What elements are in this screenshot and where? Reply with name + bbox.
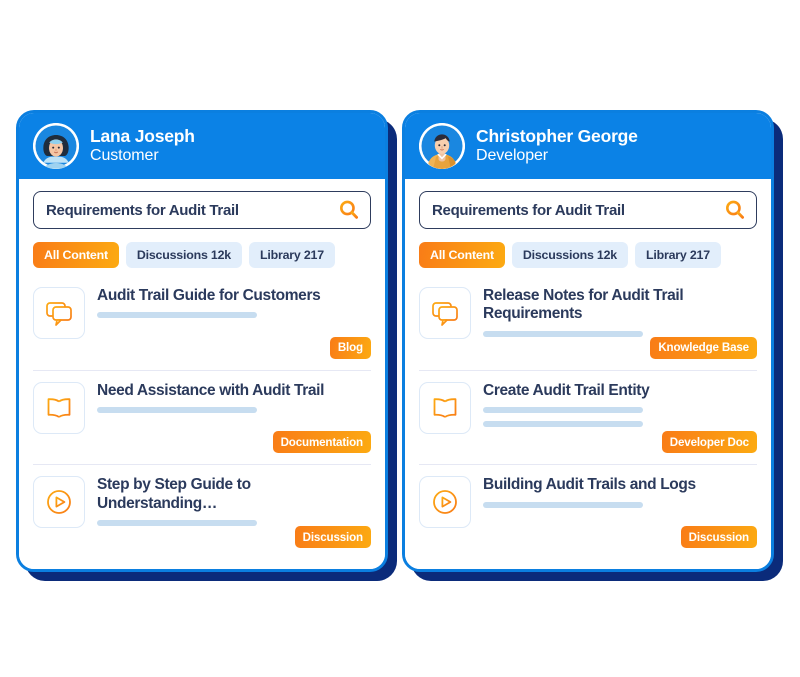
- result-content: Release Notes for Audit Trail Requiremen…: [483, 287, 757, 360]
- snippet-bar: [483, 330, 643, 337]
- result-title: Need Assistance with Audit Trail: [97, 381, 325, 399]
- filter-chips: All Content Discussions 12k Library 217: [33, 242, 371, 268]
- open-book-icon: [419, 381, 471, 434]
- cards-stage: Lana Joseph Customer Requirements for Au…: [0, 0, 800, 677]
- developer-card: Christopher George Developer Requirement…: [402, 110, 783, 581]
- results-list: Audit Trail Guide for Customers Blog Nee…: [33, 276, 371, 559]
- search-box[interactable]: Requirements for Audit Trail: [419, 191, 757, 229]
- snippet-bar: [483, 501, 643, 508]
- result-content: Step by Step Guide to Understanding… Dis…: [97, 476, 371, 549]
- result-snippet-bars: [483, 330, 757, 337]
- chip-library[interactable]: Library 217: [249, 242, 335, 268]
- result-tag[interactable]: Blog: [329, 336, 371, 359]
- search-input[interactable]: Requirements for Audit Trail: [432, 202, 724, 219]
- result-title: Release Notes for Audit Trail Requiremen…: [483, 287, 684, 323]
- snippet-bar: [483, 420, 643, 427]
- chat-bubbles-icon: [419, 287, 471, 339]
- list-item[interactable]: Create Audit Trail Entity Developer Doc: [419, 371, 757, 466]
- user-name: Lana Joseph: [90, 126, 195, 147]
- result-title: Create Audit Trail Entity: [483, 381, 650, 399]
- result-snippet-bars: [483, 406, 757, 427]
- chat-bubbles-icon: [33, 287, 85, 339]
- card-body: Requirements for Audit Trail All Content…: [405, 179, 771, 569]
- play-circle-icon: [33, 476, 85, 529]
- search-input[interactable]: Requirements for Audit Trail: [46, 202, 338, 219]
- list-item[interactable]: Building Audit Trails and Logs Discussio…: [419, 465, 757, 559]
- result-title: Building Audit Trails and Logs: [483, 476, 696, 494]
- search-box[interactable]: Requirements for Audit Trail: [33, 191, 371, 229]
- card-surface: Christopher George Developer Requirement…: [402, 110, 774, 572]
- user-name: Christopher George: [476, 126, 638, 147]
- avatar-woman-icon: [33, 123, 79, 169]
- chip-all-content[interactable]: All Content: [419, 242, 505, 268]
- result-snippet-bars: [97, 519, 371, 526]
- result-title: Step by Step Guide to Understanding…: [97, 476, 251, 512]
- user-identity: Lana Joseph Customer: [90, 127, 195, 164]
- search-icon[interactable]: [338, 199, 360, 221]
- card-surface: Lana Joseph Customer Requirements for Au…: [16, 110, 388, 572]
- chip-all-content[interactable]: All Content: [33, 242, 119, 268]
- customer-card: Lana Joseph Customer Requirements for Au…: [16, 110, 397, 581]
- result-tag[interactable]: Discussion: [294, 526, 371, 549]
- result-content: Create Audit Trail Entity Developer Doc: [483, 382, 757, 455]
- user-role: Customer: [90, 147, 159, 165]
- chip-library[interactable]: Library 217: [635, 242, 721, 268]
- snippet-bar: [97, 519, 257, 526]
- snippet-bar: [97, 312, 257, 319]
- list-item[interactable]: Release Notes for Audit Trail Requiremen…: [419, 276, 757, 371]
- result-snippet-bars: [97, 312, 371, 319]
- result-tag[interactable]: Documentation: [272, 431, 371, 454]
- filter-chips: All Content Discussions 12k Library 217: [419, 242, 757, 268]
- play-circle-icon: [419, 476, 471, 529]
- result-tag[interactable]: Knowledge Base: [650, 336, 757, 359]
- result-snippet-bars: [483, 501, 757, 508]
- result-content: Need Assistance with Audit Trail Documen…: [97, 382, 371, 455]
- result-snippet-bars: [97, 406, 371, 413]
- result-tag[interactable]: Developer Doc: [661, 431, 757, 454]
- open-book-icon: [33, 381, 85, 434]
- result-title: Audit Trail Guide for Customers: [97, 287, 321, 304]
- results-list: Release Notes for Audit Trail Requiremen…: [419, 276, 757, 559]
- card-body: Requirements for Audit Trail All Content…: [19, 179, 385, 569]
- card-header: Lana Joseph Customer: [19, 113, 385, 179]
- chip-discussions[interactable]: Discussions 12k: [125, 242, 242, 268]
- result-tag[interactable]: Discussion: [680, 526, 757, 549]
- list-item[interactable]: Need Assistance with Audit Trail Documen…: [33, 371, 371, 466]
- list-item[interactable]: Audit Trail Guide for Customers Blog: [33, 276, 371, 371]
- user-identity: Christopher George Developer: [476, 127, 638, 164]
- chip-discussions[interactable]: Discussions 12k: [511, 242, 628, 268]
- avatar-man-icon: [419, 123, 465, 169]
- user-role: Developer: [476, 147, 549, 165]
- search-icon[interactable]: [724, 199, 746, 221]
- snippet-bar: [483, 406, 643, 413]
- result-content: Audit Trail Guide for Customers Blog: [97, 287, 371, 360]
- list-item[interactable]: Step by Step Guide to Understanding… Dis…: [33, 465, 371, 559]
- card-header: Christopher George Developer: [405, 113, 771, 179]
- result-content: Building Audit Trails and Logs Discussio…: [483, 476, 757, 549]
- snippet-bar: [97, 406, 257, 413]
